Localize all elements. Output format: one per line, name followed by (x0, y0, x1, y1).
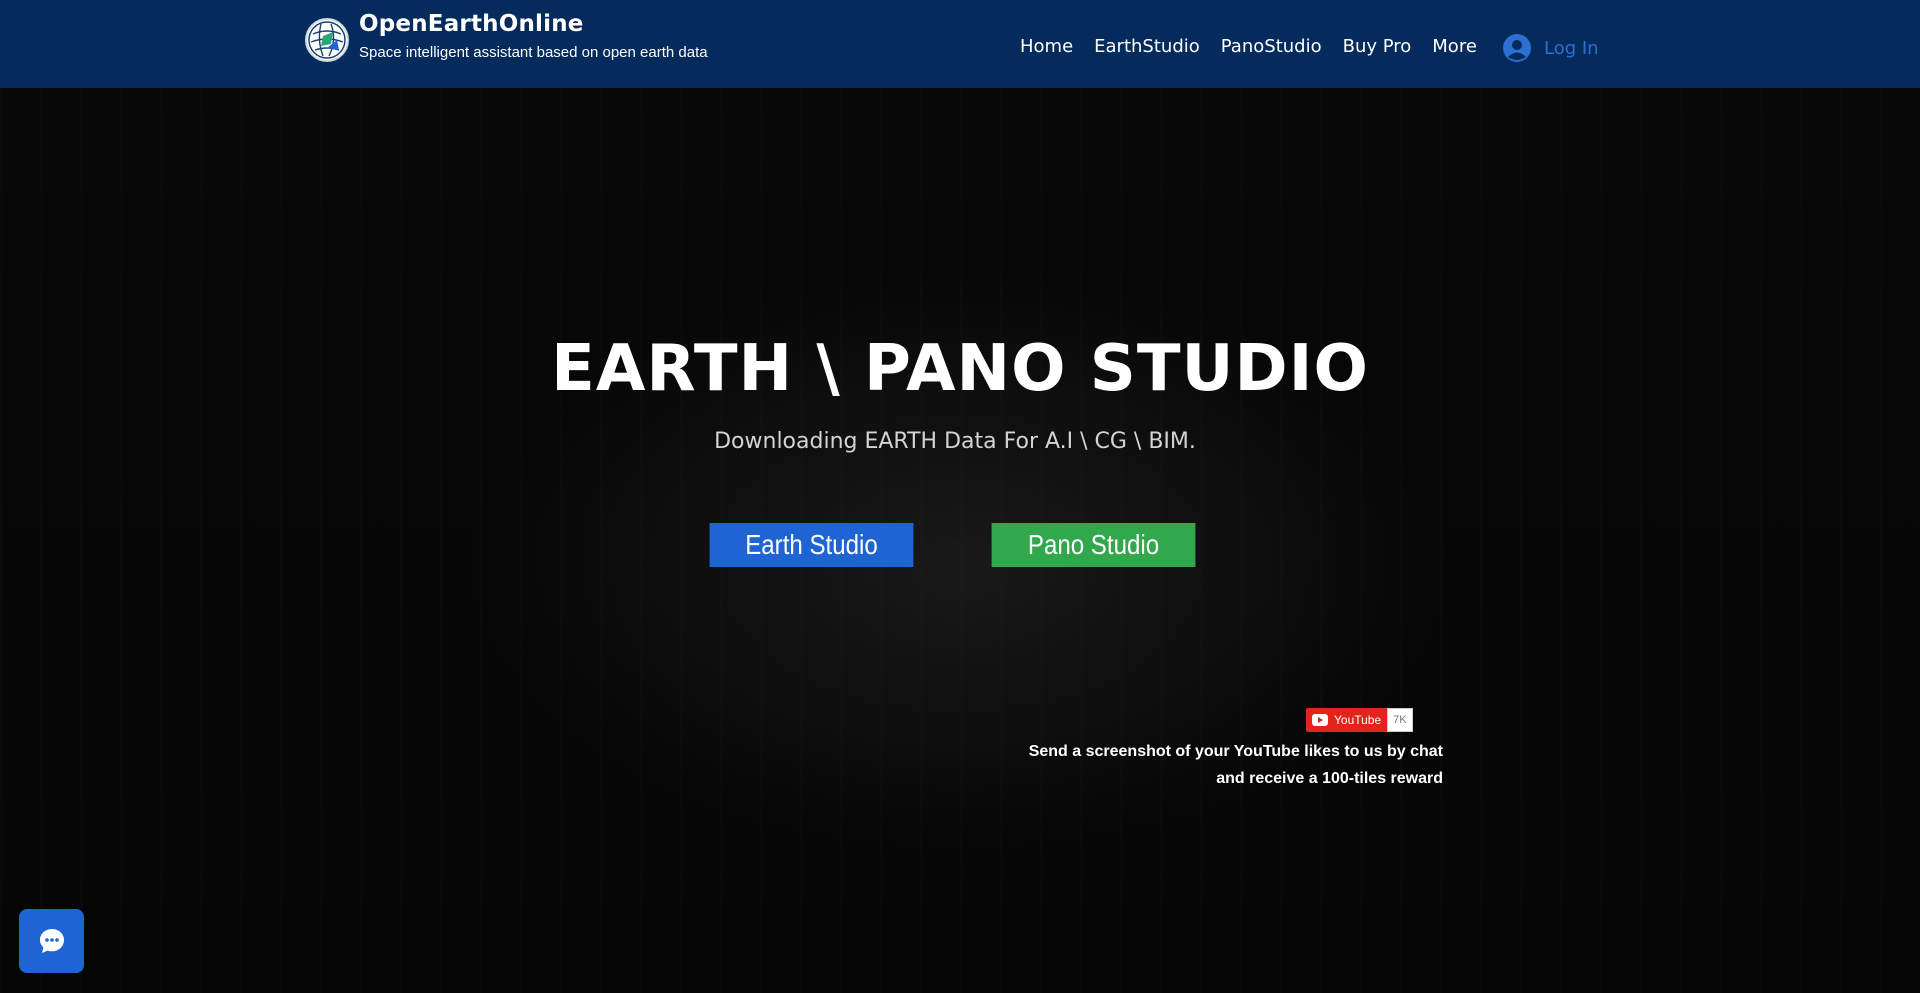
nav-home[interactable]: Home (1020, 36, 1073, 57)
youtube-label: YouTube (1334, 713, 1382, 727)
brand-subtitle: Space intelligent assistant based on ope… (359, 44, 708, 61)
hero-subtitle: Downloading EARTH Data For A.I \ CG \ BI… (714, 429, 1196, 454)
chat-bubble-icon (39, 929, 64, 953)
promo-line-2: and receive a 100-tiles reward (1216, 770, 1443, 787)
chat-button[interactable] (19, 909, 84, 973)
site-header: OpenEarthOnline Space intelligent assist… (0, 0, 1920, 88)
nav-panostudio[interactable]: PanoStudio (1221, 36, 1322, 57)
nav-more[interactable]: More (1432, 36, 1477, 57)
hero-title: EARTH \ PANO STUDIO (551, 332, 1369, 406)
promo-text: Send a screenshot of your YouTube likes … (1000, 738, 1443, 792)
youtube-button[interactable]: YouTube (1306, 708, 1388, 732)
brand-title[interactable]: OpenEarthOnline (359, 12, 708, 36)
login-button[interactable]: Log In (1503, 34, 1599, 62)
youtube-play-icon (1312, 714, 1328, 726)
nav-earthstudio[interactable]: EarthStudio (1094, 36, 1200, 57)
hero-section: EARTH \ PANO STUDIO Downloading EARTH Da… (0, 88, 1920, 993)
youtube-subscriber-count: 7K (1387, 708, 1413, 732)
main-nav: Home EarthStudio PanoStudio Buy Pro More (1020, 36, 1477, 57)
brand[interactable]: OpenEarthOnline Space intelligent assist… (305, 12, 708, 62)
promo-line-1: Send a screenshot of your YouTube likes … (1028, 743, 1443, 760)
youtube-subscribe-widget[interactable]: YouTube 7K (1306, 708, 1413, 732)
login-label[interactable]: Log In (1544, 38, 1599, 59)
user-avatar-icon[interactable] (1503, 34, 1531, 62)
pano-studio-button[interactable]: Pano Studio (991, 523, 1196, 567)
globe-logo-icon[interactable] (305, 18, 349, 62)
earth-studio-button[interactable]: Earth Studio (709, 523, 914, 567)
nav-buy-pro[interactable]: Buy Pro (1343, 36, 1412, 57)
